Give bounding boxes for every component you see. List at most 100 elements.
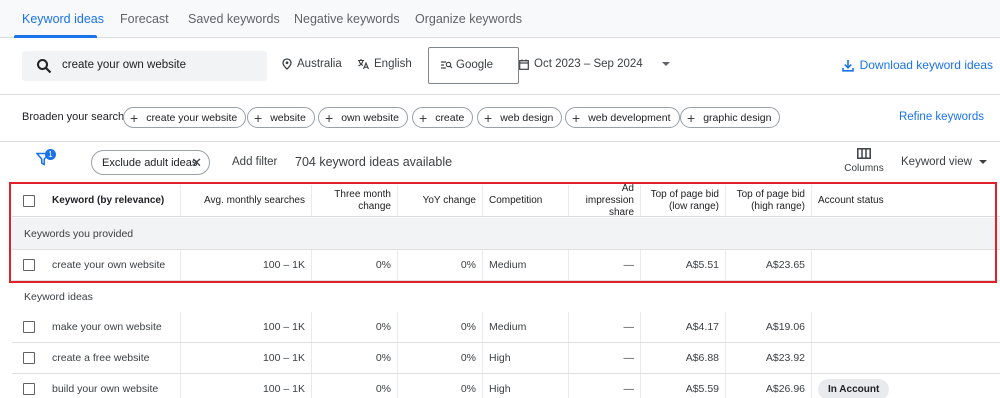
- low-bid-cell: A$6.88: [641, 343, 726, 373]
- broaden-chip[interactable]: + website: [247, 107, 315, 128]
- group-header: Keyword ideas: [12, 281, 1000, 313]
- calendar-icon: [519, 59, 529, 70]
- row-checkbox[interactable]: [23, 259, 35, 271]
- header-yoy-change[interactable]: YoY change: [398, 185, 483, 216]
- high-bid-cell: A$23.92: [726, 343, 812, 373]
- header-low-bid[interactable]: Top of page bid (low range): [641, 185, 726, 216]
- search-engine-selector[interactable]: Google: [428, 47, 519, 84]
- three-month-cell: 0%: [312, 374, 398, 398]
- broaden-chip[interactable]: + create your website: [123, 107, 247, 128]
- broaden-chip[interactable]: + create: [412, 107, 474, 128]
- keyword-cell: create your own website: [46, 250, 181, 280]
- date-range-label: Oct 2023 – Sep 2024: [534, 58, 643, 70]
- three-month-cell: 0%: [312, 250, 398, 280]
- tab-keyword-ideas[interactable]: Keyword ideas: [22, 12, 104, 26]
- chip-label: web development: [588, 111, 671, 124]
- chip-label: graphic design: [703, 111, 772, 124]
- row-checkbox[interactable]: [23, 383, 35, 395]
- group-label: Keywords you provided: [24, 228, 134, 240]
- plus-icon: +: [254, 109, 263, 126]
- broaden-chip[interactable]: + web development: [565, 107, 680, 128]
- language-selector[interactable]: English: [357, 58, 412, 70]
- avg-searches-cell: 100 – 1K: [181, 250, 312, 280]
- close-icon[interactable]: ✕: [191, 155, 202, 171]
- yoy-cell: 0%: [398, 343, 483, 373]
- high-bid-cell: A$26.96: [726, 374, 812, 398]
- chevron-down-icon: [978, 160, 987, 164]
- tab-negative-keywords[interactable]: Negative keywords: [294, 12, 400, 26]
- chip-label: Exclude adult ideas: [102, 156, 198, 169]
- keyword-view-dropdown[interactable]: Keyword view: [901, 156, 987, 168]
- competition-cell: Medium: [483, 250, 569, 280]
- competition-cell: Medium: [483, 312, 569, 342]
- low-bid-cell: A$4.17: [641, 312, 726, 342]
- competition-cell: High: [483, 374, 569, 398]
- high-bid-cell: A$19.06: [726, 312, 812, 342]
- table-row: create a free website 100 – 1K 0% 0% Hig…: [12, 343, 1000, 374]
- download-label: Download keyword ideas: [859, 58, 993, 72]
- search-value: create your own website: [62, 59, 187, 71]
- competition-cell: High: [483, 343, 569, 373]
- three-month-cell: 0%: [312, 312, 398, 342]
- header-competition[interactable]: Competition: [483, 185, 569, 216]
- date-range-selector[interactable]: Oct 2023 – Sep 2024: [519, 58, 670, 70]
- table-row: make your own website 100 – 1K 0% 0% Med…: [12, 312, 1000, 343]
- account-status-cell: In Account: [812, 374, 1000, 398]
- select-all-checkbox[interactable]: [23, 194, 35, 207]
- location-label: Australia: [297, 58, 342, 70]
- tab-bar: Keyword ideas Forecast Saved keywords Ne…: [0, 0, 1000, 38]
- ad-share-cell: —: [569, 312, 641, 342]
- plus-icon: +: [484, 109, 493, 126]
- group-label: Keyword ideas: [24, 291, 93, 303]
- language-label: English: [374, 58, 412, 70]
- header-avg-searches[interactable]: Avg. monthly searches: [181, 185, 312, 216]
- refine-keywords-button[interactable]: Refine keywords: [899, 111, 984, 123]
- tab-organize-keywords[interactable]: Organize keywords: [415, 12, 522, 26]
- ad-share-cell: —: [569, 250, 641, 280]
- header-high-bid[interactable]: Top of page bid (high range): [726, 185, 812, 216]
- row-checkbox[interactable]: [23, 352, 35, 364]
- tab-forecast[interactable]: Forecast: [120, 12, 169, 26]
- high-bid-cell: A$23.65: [726, 250, 812, 280]
- yoy-cell: 0%: [398, 374, 483, 398]
- search-icon: [37, 59, 52, 74]
- yoy-cell: 0%: [398, 312, 483, 342]
- divider: [0, 94, 1000, 95]
- location-pin-icon: [282, 58, 292, 70]
- low-bid-cell: A$5.59: [641, 374, 726, 398]
- ad-share-cell: —: [569, 374, 641, 398]
- location-selector[interactable]: Australia: [282, 58, 342, 70]
- exclude-adult-ideas-chip[interactable]: Exclude adult ideas ✕: [91, 150, 210, 175]
- account-status-cell: [812, 312, 1000, 342]
- tab-saved-keywords[interactable]: Saved keywords: [188, 12, 280, 26]
- translate-icon: [358, 59, 369, 70]
- avg-searches-cell: 100 – 1K: [181, 374, 312, 398]
- divider: [0, 141, 1000, 142]
- row-checkbox[interactable]: [23, 321, 35, 333]
- search-network-icon: [441, 61, 453, 69]
- table-row: build your own website 100 – 1K 0% 0% Hi…: [12, 374, 1000, 398]
- header-keyword[interactable]: Keyword (by relevance): [46, 185, 181, 216]
- keyword-cell: build your own website: [46, 374, 181, 398]
- active-tab-indicator: [14, 35, 97, 38]
- broaden-chip[interactable]: + web design: [477, 107, 563, 128]
- header-ad-impression-share[interactable]: Ad impression share: [569, 183, 641, 218]
- search-input[interactable]: create your own website: [22, 51, 267, 81]
- columns-button[interactable]: Columns: [843, 148, 885, 174]
- chip-label: web design: [500, 111, 554, 124]
- broaden-chip[interactable]: + own website: [318, 107, 408, 128]
- header-three-month-change[interactable]: Three month change: [312, 185, 398, 216]
- filter-count-badge: 1: [45, 149, 56, 160]
- download-keyword-ideas-button[interactable]: Download keyword ideas: [841, 58, 993, 72]
- broaden-chip[interactable]: + graphic design: [680, 107, 781, 128]
- table-header: Keyword (by relevance) Avg. monthly sear…: [12, 183, 1000, 218]
- keyword-cell: make your own website: [46, 312, 181, 342]
- yoy-cell: 0%: [398, 250, 483, 280]
- account-status-cell: [812, 250, 1000, 280]
- add-filter-button[interactable]: Add filter: [232, 156, 277, 168]
- avg-searches-cell: 100 – 1K: [181, 312, 312, 342]
- chip-label: website: [270, 111, 306, 124]
- avg-searches-cell: 100 – 1K: [181, 343, 312, 373]
- download-icon: [841, 59, 854, 72]
- header-account-status[interactable]: Account status: [812, 185, 1000, 216]
